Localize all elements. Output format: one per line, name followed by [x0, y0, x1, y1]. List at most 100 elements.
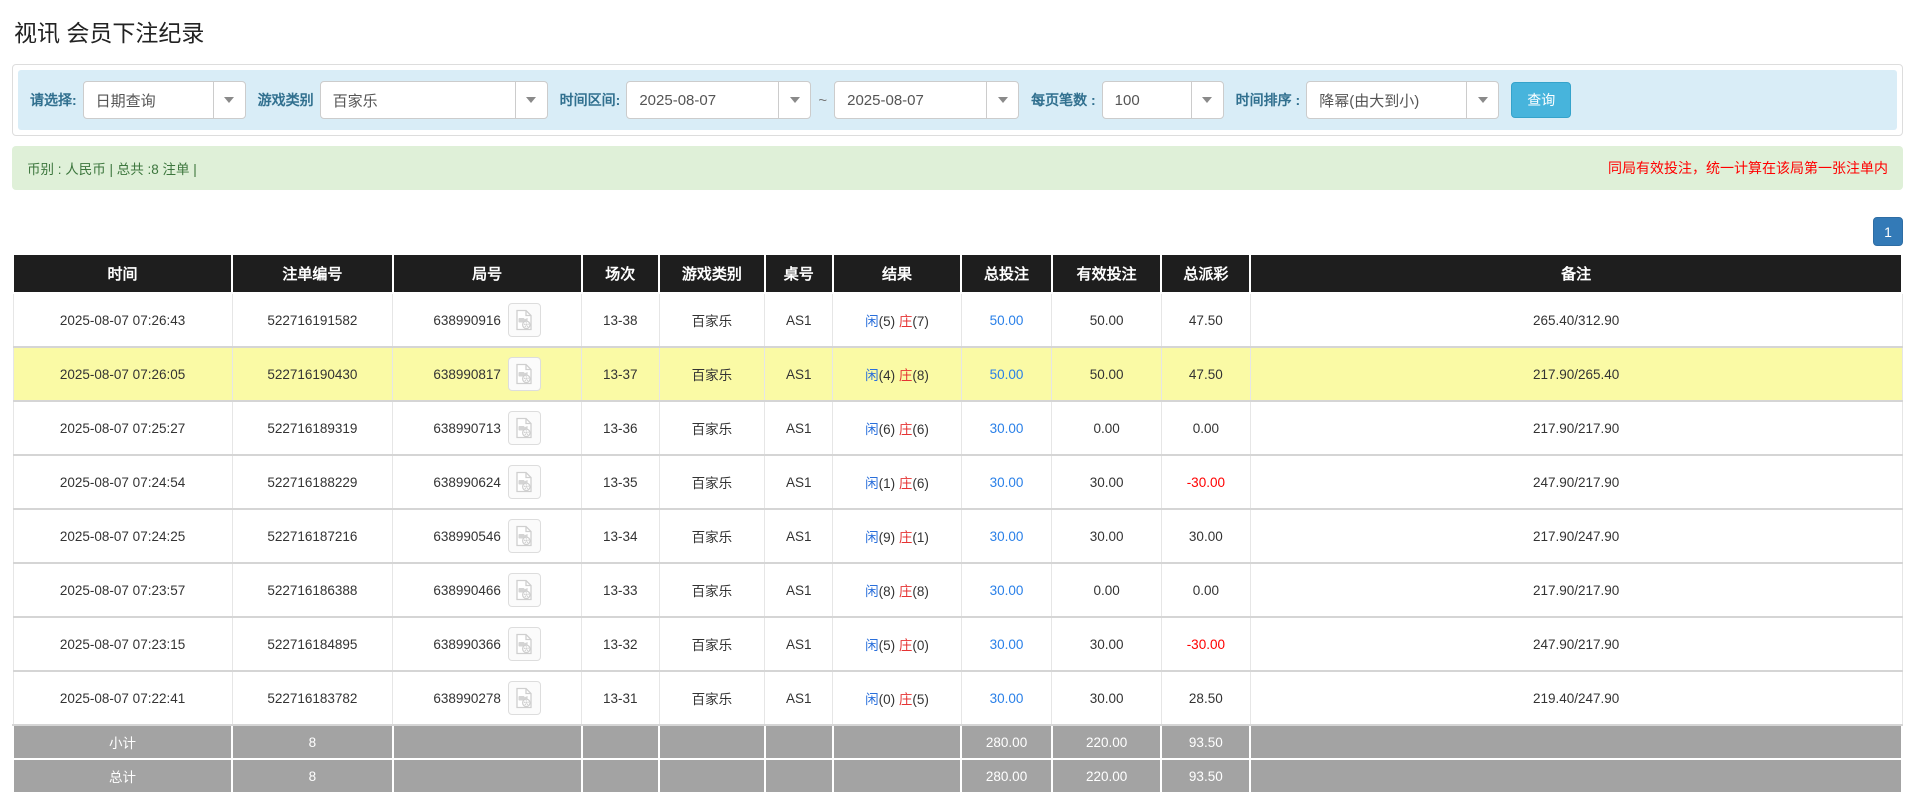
result-player-score: (6): [879, 422, 896, 437]
video-playback-button[interactable]: [508, 357, 541, 391]
page: 视讯 会员下注纪录 请选择: 日期查询 游戏类别 百家乐 时间区间: 2025-…: [0, 0, 1915, 794]
session-cell: 13-35: [582, 455, 659, 509]
total-bet-link[interactable]: 30.00: [990, 637, 1024, 652]
result-cell: 闲(8) 庄(8): [833, 563, 961, 617]
remark-cell: 219.40/247.90: [1250, 671, 1902, 725]
total-row-cell-4: [659, 759, 765, 793]
video-playback-button[interactable]: [508, 627, 541, 661]
round-number-wrap: 638990366: [397, 627, 577, 661]
subtotal-row-cell-5: [765, 725, 833, 759]
column-header-8: 有效投注: [1052, 254, 1162, 293]
round-number-wrap: 638990546: [397, 519, 577, 553]
date-to-select[interactable]: 2025-08-07: [834, 81, 1019, 119]
bet-number-cell: 522716183782: [232, 671, 393, 725]
remark-cell: 265.40/312.90: [1250, 293, 1902, 347]
video-playback-button[interactable]: [508, 573, 541, 607]
result-cell: 闲(4) 庄(8): [833, 347, 961, 401]
bet-number-cell: 522716190430: [232, 347, 393, 401]
subtotal-row-cell-10: [1250, 725, 1902, 759]
result-player-label: 闲: [865, 584, 879, 599]
total-bet-link[interactable]: 30.00: [990, 583, 1024, 598]
page-number-button[interactable]: 1: [1873, 217, 1903, 246]
table-number-cell: AS1: [765, 563, 833, 617]
video-playback-button[interactable]: [508, 519, 541, 553]
bet-number-cell: 522716188229: [232, 455, 393, 509]
round-number-cell: 638990546: [393, 509, 582, 563]
round-number: 638990817: [433, 367, 501, 382]
video-playback-button[interactable]: [508, 465, 541, 499]
total-row-cell-9: 93.50: [1161, 759, 1250, 793]
query-type-select[interactable]: 日期查询: [83, 81, 246, 119]
game-type-value: 百家乐: [321, 82, 515, 118]
valid-bet-cell: 50.00: [1052, 347, 1162, 401]
result-banker-score: (6): [912, 476, 929, 491]
table-row: 2025-08-07 07:23:57522716186388638990466…: [13, 563, 1902, 617]
result-player-label: 闲: [865, 368, 879, 383]
bet-time-cell: 2025-08-07 07:22:41: [13, 671, 232, 725]
page-size-select[interactable]: 100: [1102, 81, 1224, 119]
column-header-4: 游戏类别: [659, 254, 765, 293]
bet-time-cell: 2025-08-07 07:23:57: [13, 563, 232, 617]
summary-bar: 币别 : 人民币 | 总共 :8 注单 | 同局有效投注，统一计算在该局第一张注…: [12, 146, 1903, 190]
result-player-label: 闲: [865, 314, 879, 329]
total-bet-link[interactable]: 30.00: [990, 691, 1024, 706]
result-cell: 闲(9) 庄(1): [833, 509, 961, 563]
game-type-select[interactable]: 百家乐: [320, 81, 548, 119]
video-record-icon: [514, 525, 534, 547]
result-player-label: 闲: [865, 638, 879, 653]
remark-cell: 247.90/217.90: [1250, 617, 1902, 671]
video-record-icon: [514, 687, 534, 709]
payout-cell: 47.50: [1161, 347, 1250, 401]
total-bet-cell: 50.00: [961, 347, 1052, 401]
video-playback-button[interactable]: [508, 303, 541, 337]
payout-cell: 0.00: [1161, 563, 1250, 617]
session-cell: 13-37: [582, 347, 659, 401]
column-header-7: 总投注: [961, 254, 1052, 293]
total-bet-link[interactable]: 50.00: [990, 367, 1024, 382]
bet-number-cell: 522716187216: [232, 509, 393, 563]
bet-number-cell: 522716184895: [232, 617, 393, 671]
game-type-cell: 百家乐: [659, 617, 765, 671]
bet-time-cell: 2025-08-07 07:24:25: [13, 509, 232, 563]
video-playback-button[interactable]: [508, 681, 541, 715]
table-row: 2025-08-07 07:24:54522716188229638990624…: [13, 455, 1902, 509]
column-header-10: 备注: [1250, 254, 1902, 293]
result-banker-label: 庄: [899, 368, 913, 383]
round-number-cell: 638990366: [393, 617, 582, 671]
remark-cell: 217.90/247.90: [1250, 509, 1902, 563]
result-player-score: (0): [879, 692, 896, 707]
result-banker-score: (8): [912, 368, 929, 383]
total-bet-link[interactable]: 30.00: [990, 529, 1024, 544]
chevron-down-icon: [1191, 82, 1223, 118]
total-bet-link[interactable]: 30.00: [990, 475, 1024, 490]
round-number: 638990916: [433, 313, 501, 328]
total-bet-link[interactable]: 30.00: [990, 421, 1024, 436]
result-banker-score: (5): [912, 692, 929, 707]
total-bet-link[interactable]: 50.00: [990, 313, 1024, 328]
column-header-2: 局号: [393, 254, 582, 293]
table-header-row: 时间注单编号局号场次游戏类别桌号结果总投注有效投注总派彩备注: [13, 254, 1902, 293]
valid-bet-cell: 30.00: [1052, 509, 1162, 563]
game-type-cell: 百家乐: [659, 509, 765, 563]
column-header-3: 场次: [582, 254, 659, 293]
valid-bet-cell: 30.00: [1052, 455, 1162, 509]
search-button[interactable]: 查询: [1511, 82, 1571, 118]
result-player-score: (5): [879, 314, 896, 329]
payout-cell: -30.00: [1161, 617, 1250, 671]
time-sort-select[interactable]: 降幂(由大到小): [1306, 81, 1499, 119]
game-type-cell: 百家乐: [659, 347, 765, 401]
result-banker-score: (8): [912, 584, 929, 599]
date-from-select[interactable]: 2025-08-07: [626, 81, 811, 119]
table-number-cell: AS1: [765, 401, 833, 455]
result-player-label: 闲: [865, 422, 879, 437]
round-number: 638990366: [433, 637, 501, 652]
total-bet-cell: 50.00: [961, 293, 1052, 347]
query-type-value: 日期查询: [84, 82, 213, 118]
time-sort-value: 降幂(由大到小): [1307, 82, 1466, 118]
valid-bet-cell: 30.00: [1052, 671, 1162, 725]
session-cell: 13-32: [582, 617, 659, 671]
filter-bar: 请选择: 日期查询 游戏类别 百家乐 时间区间: 2025-08-07 ~ 20…: [18, 70, 1897, 130]
video-playback-button[interactable]: [508, 411, 541, 445]
result-banker-label: 庄: [899, 476, 913, 491]
column-header-0: 时间: [13, 254, 232, 293]
